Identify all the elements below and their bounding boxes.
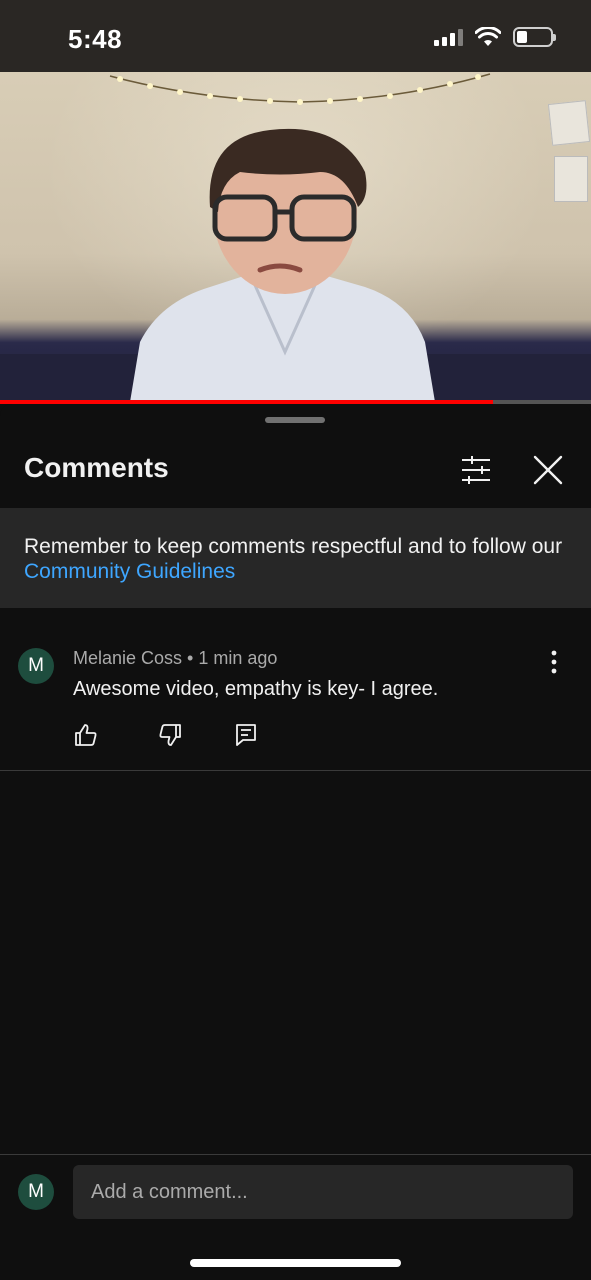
comment-meta: Melanie Coss • 1 min ago	[73, 648, 277, 669]
comments-sheet: Comments Remember to keep comments respe…	[0, 404, 591, 1280]
community-notice: Remember to keep comments respectful and…	[0, 508, 591, 608]
comment-text: Awesome video, empathy is key- I agree.	[73, 678, 439, 700]
status-time: 5:48	[68, 24, 123, 54]
wall-poster	[547, 100, 591, 146]
cellular-signal-icon	[434, 28, 463, 46]
drag-handle[interactable]	[265, 417, 325, 423]
user-avatar[interactable]: M	[18, 1174, 54, 1210]
avatar[interactable]: M	[18, 648, 54, 684]
add-comment-input[interactable]	[73, 1165, 573, 1219]
wifi-icon	[475, 27, 501, 46]
comment-author[interactable]: Melanie Coss	[73, 648, 182, 668]
status-icons	[434, 27, 556, 47]
person-image	[130, 128, 435, 402]
composer-divider	[0, 1154, 591, 1155]
filter-icon[interactable]	[458, 452, 494, 488]
home-indicator[interactable]	[190, 1259, 401, 1267]
notice-text: Remember to keep comments respectful and…	[24, 535, 563, 558]
more-vert-icon[interactable]	[540, 648, 568, 676]
status-bar: 5:48	[0, 0, 591, 72]
battery-icon	[513, 27, 556, 47]
video-player[interactable]	[0, 72, 591, 402]
thumb-up-icon[interactable]	[73, 722, 99, 748]
comments-title: Comments	[24, 452, 169, 483]
wall-poster	[554, 156, 588, 202]
meta-separator: •	[182, 648, 199, 668]
comment-time: 1 min ago	[198, 648, 278, 668]
close-icon[interactable]	[530, 452, 566, 488]
reply-icon[interactable]	[233, 722, 259, 748]
thumb-down-icon[interactable]	[157, 722, 183, 748]
community-guidelines-link[interactable]: Community Guidelines	[24, 560, 235, 583]
